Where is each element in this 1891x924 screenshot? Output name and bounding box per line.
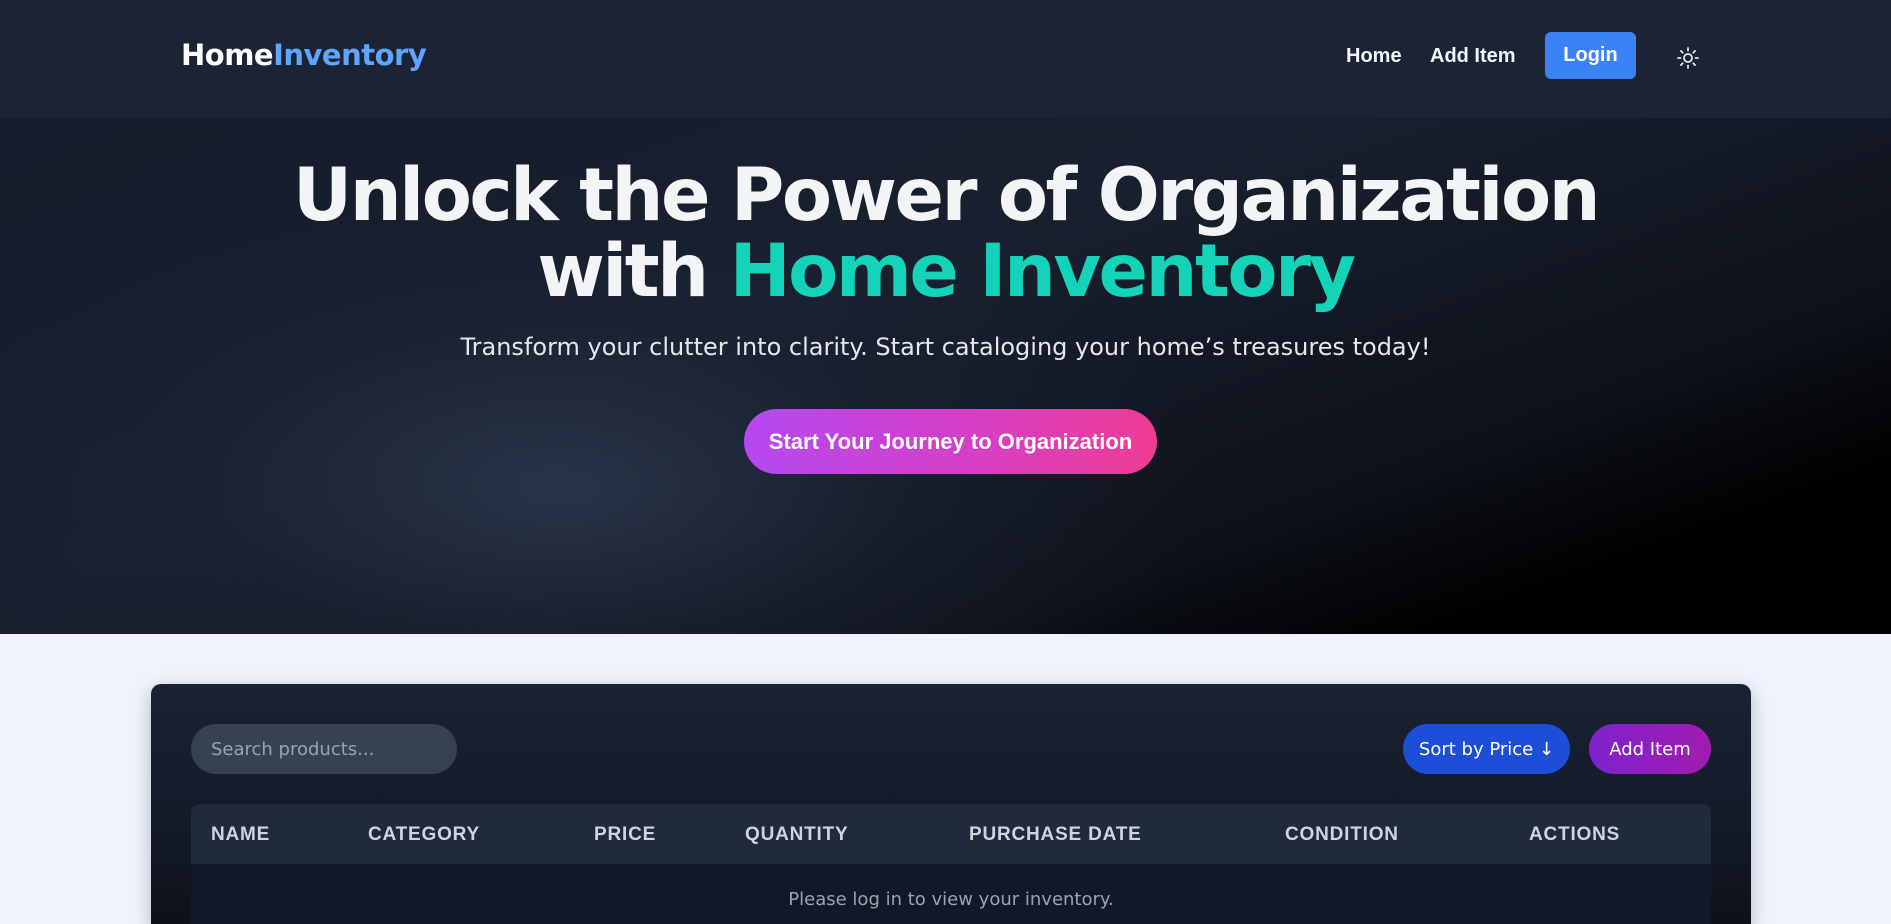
column-header-quantity[interactable]: QUANTITY: [745, 824, 849, 846]
add-item-button[interactable]: Add Item: [1589, 724, 1711, 774]
column-header-name[interactable]: NAME: [211, 824, 270, 846]
brand-logo[interactable]: HomeInventory: [181, 38, 427, 72]
column-header-purchase-date[interactable]: PURCHASE DATE: [969, 824, 1142, 846]
inventory-table-body: Please log in to view your inventory.: [191, 864, 1711, 924]
hero-title-accent: Home Inventory: [729, 229, 1357, 314]
nav-link-add-item[interactable]: Add Item: [1430, 45, 1516, 68]
brand-home-text: Home: [181, 38, 274, 72]
sun-icon: [1677, 47, 1699, 69]
inventory-table-header: NAME CATEGORY PRICE QUANTITY PURCHASE DA…: [191, 804, 1711, 864]
inventory-panel: Sort by Price ↓ Add Item NAME CATEGORY P…: [151, 684, 1751, 924]
navbar: HomeInventory Home Add Item Login: [0, 0, 1891, 118]
login-button[interactable]: Login: [1545, 32, 1636, 79]
start-journey-button[interactable]: Start Your Journey to Organization: [744, 409, 1157, 474]
theme-toggle-button[interactable]: [1674, 44, 1702, 72]
hero-section: Unlock the Power of Organization with Ho…: [0, 118, 1891, 634]
hero-title: Unlock the Power of Organization with Ho…: [0, 158, 1891, 310]
column-header-price[interactable]: PRICE: [594, 824, 656, 846]
sort-by-price-button[interactable]: Sort by Price ↓: [1403, 724, 1570, 774]
nav-link-home[interactable]: Home: [1346, 45, 1402, 68]
hero-subtitle: Transform your clutter into clarity. Sta…: [460, 333, 1431, 361]
search-input[interactable]: [191, 724, 457, 774]
empty-state-message: Please log in to view your inventory.: [788, 889, 1114, 910]
column-header-category[interactable]: CATEGORY: [368, 824, 480, 846]
hero-title-line2-prefix: with: [537, 229, 730, 314]
column-header-condition[interactable]: CONDITION: [1285, 824, 1399, 846]
brand-inventory-text: Inventory: [273, 38, 427, 72]
column-header-actions: ACTIONS: [1529, 824, 1621, 845]
hero-title-line1: Unlock the Power of Organization: [292, 153, 1601, 238]
